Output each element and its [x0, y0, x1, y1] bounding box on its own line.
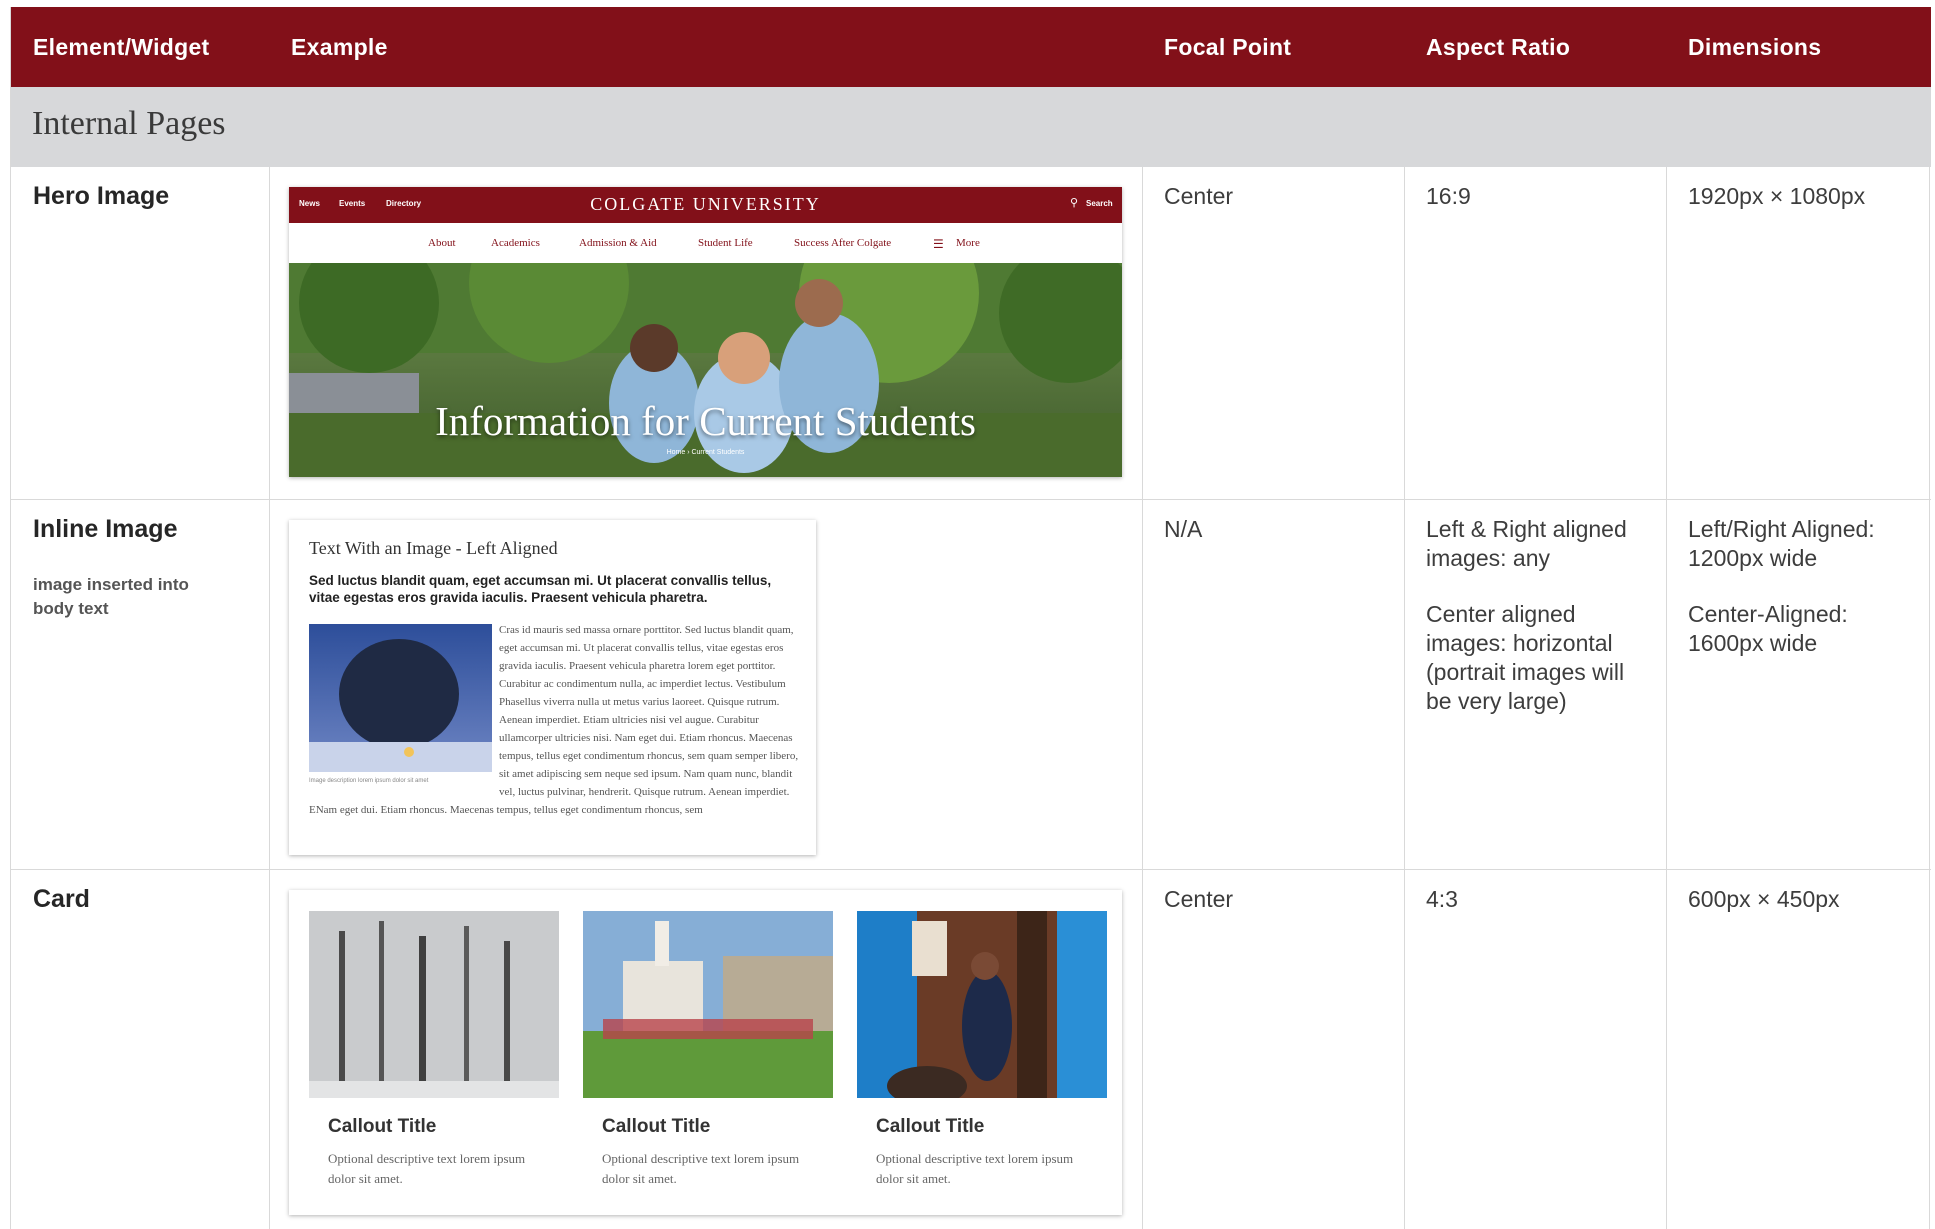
card-title: Callout Title: [602, 1116, 711, 1137]
hero-nav: About Academics Admission & Aid Student …: [289, 223, 1122, 263]
hero-aspect-ratio: 16:9: [1426, 183, 1471, 209]
inline-aspect-center: Center aligned images: horizontal (portr…: [1426, 601, 1625, 714]
card-description: Optional descriptive text lorem ipsum do…: [328, 1151, 526, 1186]
card-description: Optional descriptive text lorem ipsum do…: [602, 1151, 800, 1186]
table-header: Element/Widget Example Focal Point Aspec…: [11, 7, 1931, 87]
col-header-focal-point: Focal Point: [1164, 34, 1292, 60]
inline-example-screenshot: Text With an Image - Left Aligned Sed lu…: [289, 520, 816, 855]
card-image: [857, 911, 1107, 1098]
col-header-element: Element/Widget: [33, 34, 210, 60]
callout-card: Callout Title Optional descriptive text …: [583, 911, 833, 1186]
row-title-inline: Inline Image: [33, 515, 178, 543]
inline-focal-point: N/A: [1164, 516, 1203, 542]
hero-example-screenshot: News Events Directory COLGATE UNIVERSITY…: [289, 187, 1122, 477]
card-example-screenshot: Callout Title Optional descriptive text …: [289, 890, 1122, 1215]
hero-breadcrumb: Home › Current Students: [666, 449, 745, 456]
hero-brand: COLGATE UNIVERSITY: [590, 194, 821, 214]
image-spec-table: Element/Widget Example Focal Point Aspec…: [10, 7, 1931, 1229]
row-title-hero: Hero Image: [33, 182, 170, 210]
row-title-card: Card: [33, 885, 90, 913]
hero-nav-item: Academics: [491, 237, 540, 249]
menu-icon: ☰: [933, 237, 944, 251]
inline-example-image: [309, 624, 492, 772]
column-divider: [1142, 167, 1143, 1229]
col-header-dimensions: Dimensions: [1688, 34, 1822, 60]
hero-focal-point: Center: [1164, 183, 1234, 209]
card-aspect-ratio: 4:3: [1426, 886, 1458, 912]
callout-card: Callout Title Optional descriptive text …: [857, 911, 1107, 1186]
inline-aspect-left-right: Left & Right aligned images: any: [1426, 516, 1627, 571]
hero-nav-item: More: [956, 237, 980, 249]
hero-heading: Information for Current Students: [435, 398, 976, 444]
section-row: Internal Pages: [11, 87, 1931, 167]
inline-example-lead: Sed luctus blandit quam, eget accumsan m…: [309, 573, 772, 605]
hero-topbar: News Events Directory COLGATE UNIVERSITY…: [289, 187, 1122, 223]
hero-nav-item: Admission & Aid: [579, 237, 657, 249]
section-title: Internal Pages: [32, 105, 226, 142]
card-image: [309, 911, 559, 1098]
card-focal-point: Center: [1164, 886, 1234, 912]
column-divider: [1404, 167, 1405, 1229]
card-image: [583, 911, 833, 1098]
card-description: Optional descriptive text lorem ipsum do…: [876, 1151, 1074, 1186]
inline-example-heading: Text With an Image - Left Aligned: [309, 538, 558, 558]
column-divider: [1666, 167, 1667, 1229]
hero-nav-item: About: [428, 237, 456, 249]
hero-search-label: Search: [1086, 199, 1113, 208]
inline-example-caption: Image description lorem ipsum dolor sit …: [309, 778, 429, 784]
card-title: Callout Title: [328, 1116, 437, 1137]
hero-nav-item: Student Life: [698, 237, 753, 249]
row-subtitle-inline: image inserted into body text: [33, 575, 189, 618]
hero-dimensions: 1920px × 1080px: [1688, 183, 1866, 209]
column-divider: [269, 167, 270, 1229]
inline-dimensions-left-right: Left/Right Aligned: 1200px wide: [1688, 516, 1875, 571]
col-header-example: Example: [291, 34, 388, 60]
callout-card: Callout Title Optional descriptive text …: [309, 911, 559, 1186]
card-title: Callout Title: [876, 1116, 985, 1137]
card-dimensions: 600px × 450px: [1688, 886, 1840, 912]
inline-dimensions-center: Center-Aligned: 1600px wide: [1688, 601, 1848, 656]
hero-nav-item: Success After Colgate: [794, 237, 892, 249]
search-icon: ⚲: [1070, 197, 1079, 209]
col-header-aspect-ratio: Aspect Ratio: [1426, 34, 1571, 60]
